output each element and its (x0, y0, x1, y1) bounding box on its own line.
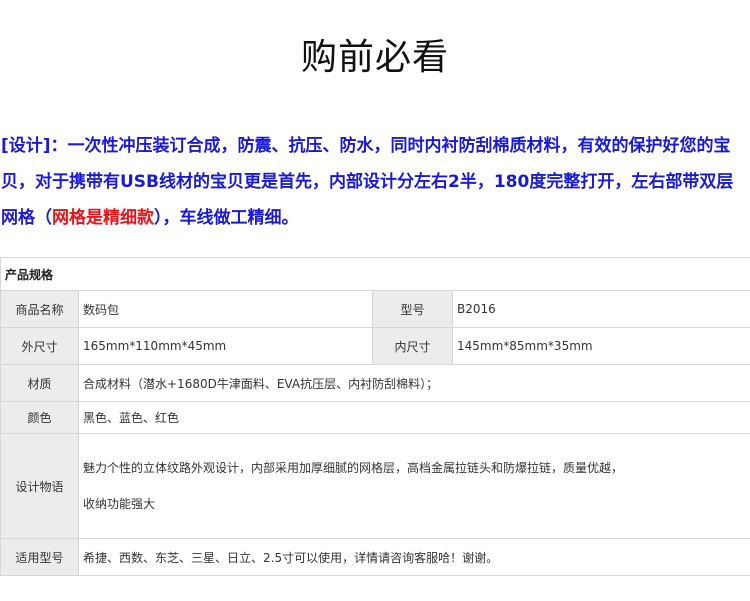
table-row: 适用型号 希捷、西数、东芝、三星、日立、2.5寸可以使用，详情请咨询客服哈！谢谢… (0, 538, 750, 576)
page-title: 购前必看 (300, 37, 449, 78)
outer-size-value: 165mm*110mm*45mm (78, 327, 373, 365)
name-value: 数码包 (78, 290, 373, 328)
spec-header: 产品规格 (0, 257, 750, 291)
table-row: 材质 合成材料（潜水+1680D牛津面料、EVA抗压层、内衬防刮棉料）； (0, 364, 750, 402)
fit-model-value: 希捷、西数、东芝、三星、日立、2.5寸可以使用，详情请咨询客服哈！谢谢。 (77, 538, 750, 576)
model-value: B2016 (451, 290, 750, 328)
material-value: 合成材料（潜水+1680D牛津面料、EVA抗压层、内衬防刮棉料）； (77, 364, 750, 402)
fit-model-label: 适用型号 (0, 538, 79, 576)
color-label: 颜色 (0, 401, 79, 434)
intro-text-end: ），车线做工精细。 (154, 208, 299, 228)
design-cell: 魅力个性的立体纹路外观设计，内部采用加厚细腻的网格层，高档金属拉链头和防爆拉链，… (77, 433, 750, 539)
name-label: 商品名称 (0, 290, 79, 328)
outer-size-label: 外尺寸 (0, 327, 79, 365)
design-label: 设计物语 (0, 433, 79, 539)
table-row: 商品名称 数码包 型号 B2016 (0, 290, 750, 328)
design-value: 魅力个性的立体纹路外观设计，内部采用加厚细腻的网格层，高档金属拉链头和防爆拉链，… (83, 461, 624, 511)
inner-size-value: 145mm*85mm*35mm (451, 327, 750, 365)
spec-table: 产品规格 商品名称 数码包 型号 B2016 外尺寸 165mm*110mm*4… (0, 257, 750, 576)
table-row: 颜色 黑色、蓝色、红色 (0, 401, 750, 434)
color-value: 黑色、蓝色、红色 (77, 401, 750, 434)
inner-size-label: 内尺寸 (372, 327, 453, 365)
model-label: 型号 (372, 290, 453, 328)
table-row: 设计物语 魅力个性的立体纹路外观设计，内部采用加厚细腻的网格层，高档金属拉链头和… (0, 433, 750, 539)
material-label: 材质 (0, 364, 79, 402)
design-intro: [设计]：一次性冲压装订合成，防震、抗压、防水，同时内衬防刮棉质材料，有效的保护… (0, 128, 749, 236)
table-row: 外尺寸 165mm*110mm*45mm 内尺寸 145mm*85mm*35mm (0, 327, 750, 365)
spec-header-row: 产品规格 (0, 257, 750, 291)
intro-highlight: 网格是精细款 (52, 208, 154, 228)
